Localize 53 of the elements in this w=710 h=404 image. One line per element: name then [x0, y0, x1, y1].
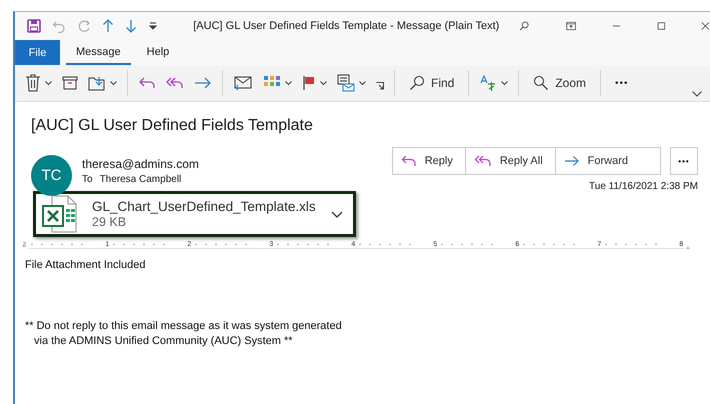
- more-button[interactable]: •••: [611, 76, 633, 90]
- recipient-name: Theresa Campbell: [100, 174, 182, 185]
- down-arrow-icon[interactable]: [125, 19, 137, 33]
- sender-avatar: TC: [31, 155, 72, 196]
- expand-ribbon-icon[interactable]: [692, 91, 702, 97]
- search-icon[interactable]: [519, 19, 530, 33]
- rules-icon[interactable]: [337, 74, 355, 92]
- reply-all-icon: [474, 155, 492, 167]
- move-icon[interactable]: [88, 75, 106, 91]
- up-arrow-icon[interactable]: [102, 19, 114, 33]
- translate-icon[interactable]: [479, 74, 498, 92]
- search-icon: [409, 75, 425, 91]
- ribbon-tab[interactable]: Help: [136, 40, 180, 65]
- caret-icon[interactable]: [501, 80, 508, 86]
- message-subject: [AUC] GL User Defined Fields Template: [31, 117, 314, 135]
- to-label: To: [82, 174, 93, 185]
- reply-icon: [400, 155, 417, 167]
- window-title: [AUC] GL User Defined Fields Template - Message (Plain Text): [193, 20, 500, 32]
- forward-icon: [564, 155, 580, 167]
- forward-icon[interactable]: [194, 76, 212, 90]
- sent-date: Tue 11/16/2021 2:38 PM: [589, 181, 698, 192]
- body-text: ** Do not reply to this email message as it was system generated: [25, 320, 343, 332]
- attachment-name: GL_Chart_UserDefined_Template.xls: [92, 199, 316, 214]
- body-text: via the ADMINS Unified Community (AUC) System **: [34, 335, 294, 347]
- customize-icon[interactable]: [148, 21, 158, 31]
- reply-all-icon[interactable]: [166, 76, 184, 90]
- caret-icon[interactable]: [285, 80, 292, 86]
- zoom-icon: [533, 75, 550, 91]
- delete-icon[interactable]: [25, 74, 41, 92]
- sender-address: theresa@admins.com: [82, 157, 199, 171]
- attachment-size: 29 KB: [92, 215, 128, 229]
- caret-icon[interactable]: [359, 80, 366, 86]
- chevron-icon[interactable]: [331, 210, 343, 218]
- save-icon[interactable]: [27, 19, 41, 33]
- ribbon-display-icon[interactable]: [566, 20, 576, 32]
- reply-icon[interactable]: [138, 76, 156, 90]
- caret-icon[interactable]: [45, 80, 52, 86]
- attachment-card[interactable]: GL_Chart_UserDefined_Template.xls 29 KB: [33, 191, 356, 237]
- close-icon[interactable]: [701, 20, 710, 32]
- file-tab[interactable]: File: [15, 40, 60, 65]
- zoom-button[interactable]: Zoom: [529, 73, 590, 93]
- right-indent-marker-icon[interactable]: [686, 244, 690, 251]
- caret-icon[interactable]: [320, 80, 327, 86]
- flag-icon[interactable]: [302, 75, 316, 91]
- archive-icon[interactable]: [62, 76, 78, 90]
- spreadsheet-file-icon: [42, 195, 78, 233]
- more-button[interactable]: •••: [670, 147, 698, 175]
- dialog-launcher-icon[interactable]: [376, 82, 384, 90]
- caret-icon[interactable]: [110, 80, 117, 86]
- find-button[interactable]: Find: [405, 73, 458, 93]
- envelope-icon[interactable]: [233, 75, 253, 91]
- maximize-icon[interactable]: [656, 20, 666, 32]
- body-text: File Attachment Included: [25, 259, 146, 271]
